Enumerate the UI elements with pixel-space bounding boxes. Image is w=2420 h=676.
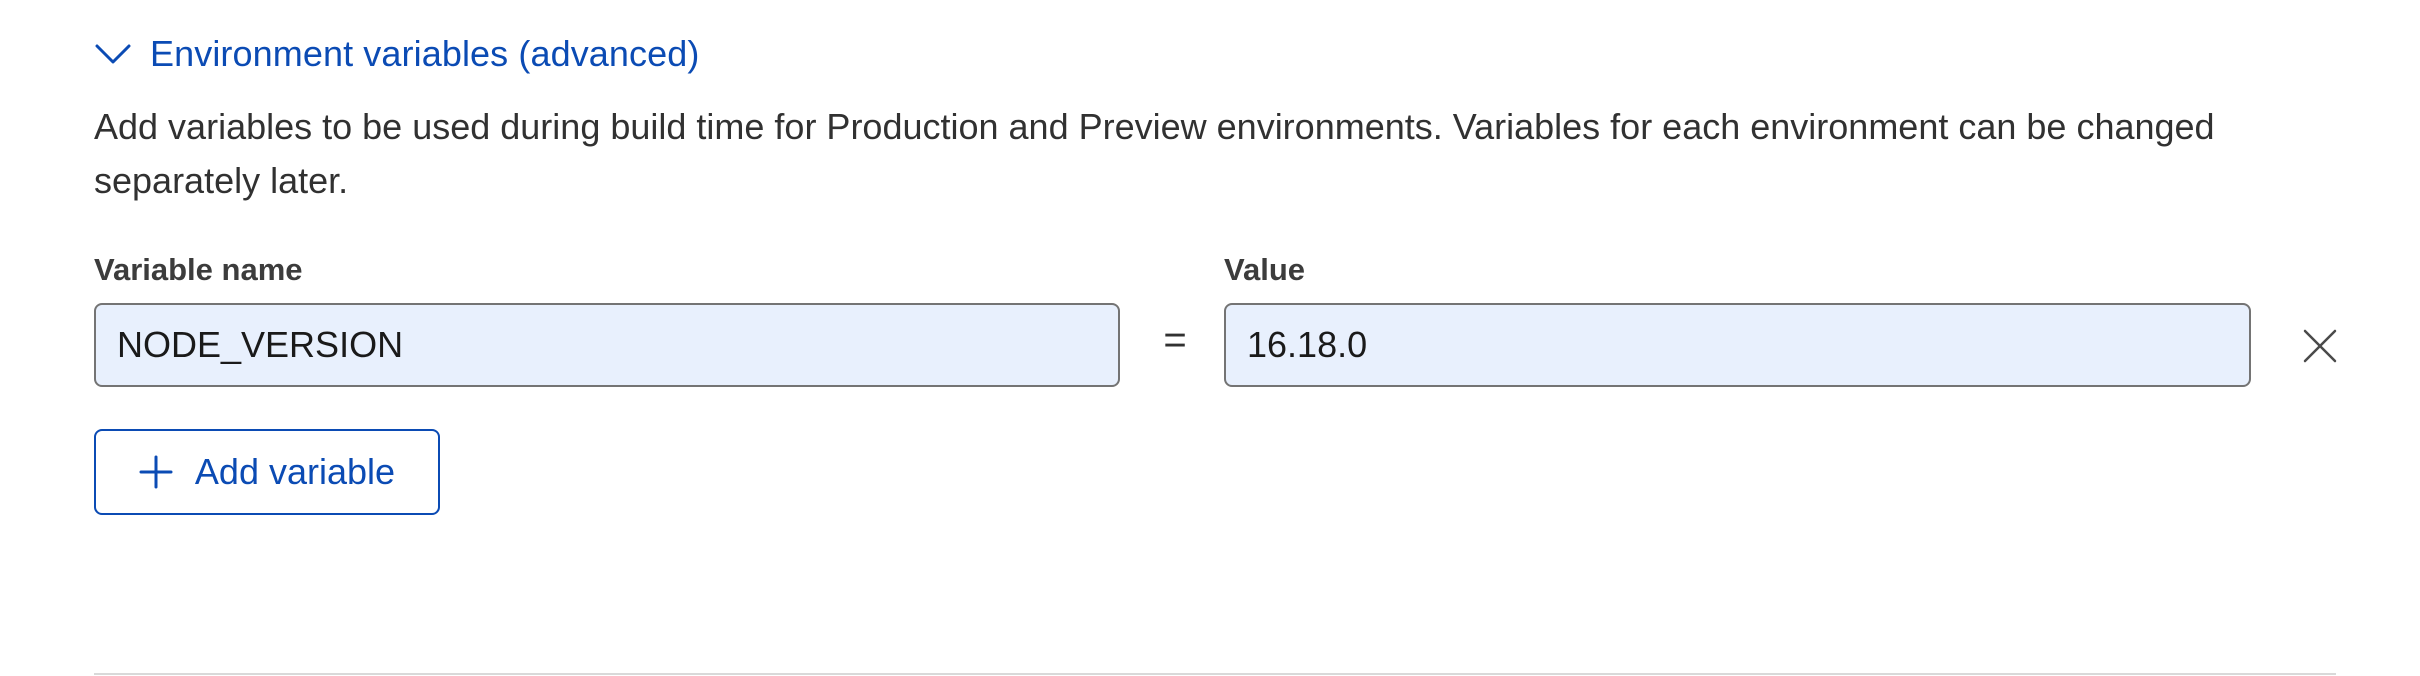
add-variable-label: Add variable (194, 451, 396, 492)
variable-name-input[interactable] (94, 303, 1120, 387)
chevron-down-icon (94, 42, 132, 66)
remove-variable-button[interactable] (2292, 318, 2348, 374)
section-divider (94, 673, 2336, 675)
env-variables-toggle[interactable]: Environment variables (advanced) (94, 30, 699, 78)
variable-value-input[interactable] (1224, 303, 2251, 387)
env-variables-description: Add variables to be used during build ti… (94, 106, 2215, 201)
variable-name-label: Variable name (94, 252, 303, 287)
plus-icon (139, 455, 173, 489)
equals-sign: = (1163, 318, 1187, 362)
variable-value-label: Value (1224, 252, 1305, 287)
close-icon (2303, 329, 2337, 363)
add-variable-button[interactable]: Add variable (94, 429, 440, 515)
env-variables-toggle-label: Environment variables (advanced) (150, 33, 700, 74)
